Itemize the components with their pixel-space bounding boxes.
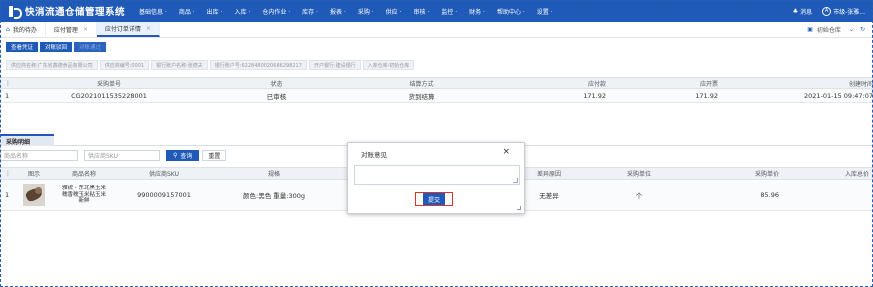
column-header: 规格	[267, 171, 280, 178]
column-header: 创建时间	[848, 80, 873, 88]
submit-highlight: 提交	[415, 192, 453, 206]
menu-item-supply[interactable]: 供应 ·	[386, 7, 402, 16]
table-header: ⋮ 采购单号 状态 结算方式 应付款 应开票 创建时间	[0, 77, 873, 89]
purchase-unit-price: 85.96	[760, 191, 779, 199]
query-label: 查询	[180, 153, 193, 160]
menu-item-finance[interactable]: 财务 ·	[469, 7, 485, 16]
home-icon: ⌂	[6, 26, 10, 33]
column-menu-icon[interactable]: ⋮	[0, 170, 14, 177]
tab-payable-order-detail[interactable]: 应付订单详情 ×	[96, 22, 160, 37]
action-toolbar: 查看凭证 对账驳回 对账通过	[6, 42, 108, 52]
query-button[interactable]: ⚲ 查询	[166, 150, 200, 161]
product-thumbnail-cell	[14, 184, 54, 206]
detail-filters: 商品名称 供应商SKU ⚲ 查询 重置	[0, 150, 227, 161]
menu-item-basic[interactable]: 基础信息 ·	[139, 7, 167, 16]
menu-item-inbound[interactable]: 入库 ·	[235, 7, 251, 16]
product-image[interactable]	[23, 184, 45, 206]
bank-chip: 开户银行:建设银行	[308, 60, 361, 70]
close-icon[interactable]: ×	[83, 26, 88, 33]
bank-account-number-chip: 银行账户号:6228480020686298217	[209, 60, 307, 70]
nav-right: ♣ 消息 A 市级-张雅...	[793, 6, 865, 16]
bank-account-name-chip: 银行账户名称:张德夫	[151, 60, 208, 70]
column-header: 商品名称	[71, 171, 96, 178]
refresh-icon[interactable]: ↻	[860, 26, 865, 33]
column-header: 应开票	[699, 80, 718, 88]
column-header: 结算方式	[409, 80, 434, 88]
supplier-info: 供应商名称:广东省鑫德食品有限公司 供应商编号:0001 银行账户名称:张德夫 …	[6, 60, 416, 70]
menu-item-warehouse-ops[interactable]: 仓内作业 ·	[262, 7, 290, 16]
purchase-unit: 个	[635, 192, 643, 200]
menu-item-settings[interactable]: 设置 ·	[537, 7, 553, 16]
app-title: 快消流通仓储管理系统	[25, 7, 126, 18]
order-status: 已审核	[266, 92, 287, 101]
column-menu-icon[interactable]: ⋮	[0, 80, 14, 87]
opinion-textarea[interactable]	[354, 165, 520, 185]
page-tabs: ⌂ 我的待办 应付管理 × 应付订单详情 × ▣ 初始仓库 ⌄ ↻	[0, 22, 873, 38]
column-header: 供应商SKU	[149, 171, 179, 178]
app-logo[interactable]: 快消流通仓储管理系统	[9, 4, 126, 19]
reject-reconcile-button[interactable]: 对账驳回	[40, 42, 73, 52]
view-voucher-button[interactable]: 查看凭证	[6, 42, 39, 52]
row-index: 1	[5, 91, 10, 100]
tab-home[interactable]: ⌂ 我的待办	[0, 22, 46, 37]
product-name: 雅锐 - 东北黑玉米糯香糯玉米粘玉米新鲜	[61, 185, 106, 205]
warehouse-chip: 入库仓库:初始仓库	[362, 60, 415, 70]
table-row[interactable]: 1 CG2021011535228001 已审核 货到结算 171.92 171…	[0, 89, 873, 103]
column-header: 采购单号	[96, 80, 121, 88]
menu-item-help[interactable]: 帮助中心 ·	[497, 7, 525, 16]
warehouse-selector[interactable]: ▣ 初始仓库 ⌄ ↻	[803, 22, 873, 37]
row-index: 1	[5, 191, 10, 199]
messages-link[interactable]: 消息	[800, 7, 812, 16]
purchase-order-number: CG2021011535228001	[71, 91, 147, 100]
search-icon: ⚲	[173, 152, 178, 159]
menu-item-purchase[interactable]: 采购 ·	[358, 7, 374, 16]
tab-label: 应付订单详情	[104, 26, 141, 33]
column-header: 图示	[27, 171, 40, 178]
user-name[interactable]: 市级-张雅...	[833, 7, 865, 16]
tab-label: 应付管理	[53, 27, 78, 34]
approve-reconcile-button[interactable]: 对账通过	[74, 42, 107, 52]
reconcile-opinion-dialog: 对账意见 × 提交	[347, 142, 525, 214]
column-header: 采购单价	[754, 171, 779, 178]
resize-handle-icon[interactable]	[517, 206, 521, 210]
tab-purchase-detail[interactable]: 采购明细	[0, 134, 54, 146]
dialog-title: 对账意见	[361, 151, 387, 159]
column-header: 入库总价	[844, 171, 869, 178]
menu-item-audit[interactable]: 审核 ·	[413, 7, 429, 16]
bell-icon[interactable]: ♣	[793, 8, 798, 15]
submit-button[interactable]: 提交	[422, 193, 445, 205]
reset-button[interactable]: 重置	[202, 150, 227, 161]
created-time: 2021-01-15 09:47:07	[803, 91, 873, 100]
main-menu: 基础信息 · 商品 · 出库 · 入库 · 仓内作业 · 库存 · 报表 · 采…	[139, 7, 565, 16]
amount-payable: 171.92	[583, 91, 606, 100]
column-header: 状态	[270, 80, 283, 88]
menu-item-outbound[interactable]: 出库 ·	[207, 7, 223, 16]
user-icon[interactable]: A	[822, 6, 832, 16]
close-icon[interactable]: ×	[146, 25, 151, 32]
top-navbar: 快消流通仓储管理系统 基础信息 · 商品 · 出库 · 入库 · 仓内作业 · …	[0, 0, 873, 22]
warehouse-icon: ▣	[807, 26, 813, 33]
chevron-down-icon[interactable]: ⌄	[849, 26, 854, 33]
tab-payables[interactable]: 应付管理 ×	[46, 22, 97, 37]
close-icon[interactable]: ×	[502, 147, 510, 157]
amount-to-invoice: 171.92	[695, 91, 718, 100]
logo-icon	[9, 5, 22, 19]
product-spec: 颜色:黑色 重量:300g	[243, 192, 305, 200]
column-header: 采购单位	[626, 171, 651, 178]
menu-item-goods[interactable]: 商品 ·	[179, 7, 195, 16]
supplier-name-chip: 供应商名称:广东省鑫德食品有限公司	[6, 60, 98, 70]
menu-item-reports[interactable]: 报表 ·	[330, 7, 346, 16]
product-name-input[interactable]: 商品名称	[0, 150, 78, 161]
order-table: ⋮ 采购单号 状态 结算方式 应付款 应开票 创建时间 1 CG20210115…	[0, 77, 873, 103]
column-header: 应付款	[587, 80, 606, 88]
supplier-sku: 9900009157001	[137, 191, 191, 199]
supplier-code-chip: 供应商编号:0001	[99, 60, 150, 70]
warehouse-label: 初始仓库	[816, 27, 841, 34]
tab-home-label: 我的待办	[12, 27, 37, 34]
supplier-sku-input[interactable]: 供应商SKU	[84, 150, 160, 161]
menu-item-monitor[interactable]: 监控 ·	[441, 7, 457, 16]
menu-item-inventory[interactable]: 库存 ·	[302, 7, 318, 16]
settlement-method: 货到结算	[408, 92, 435, 101]
